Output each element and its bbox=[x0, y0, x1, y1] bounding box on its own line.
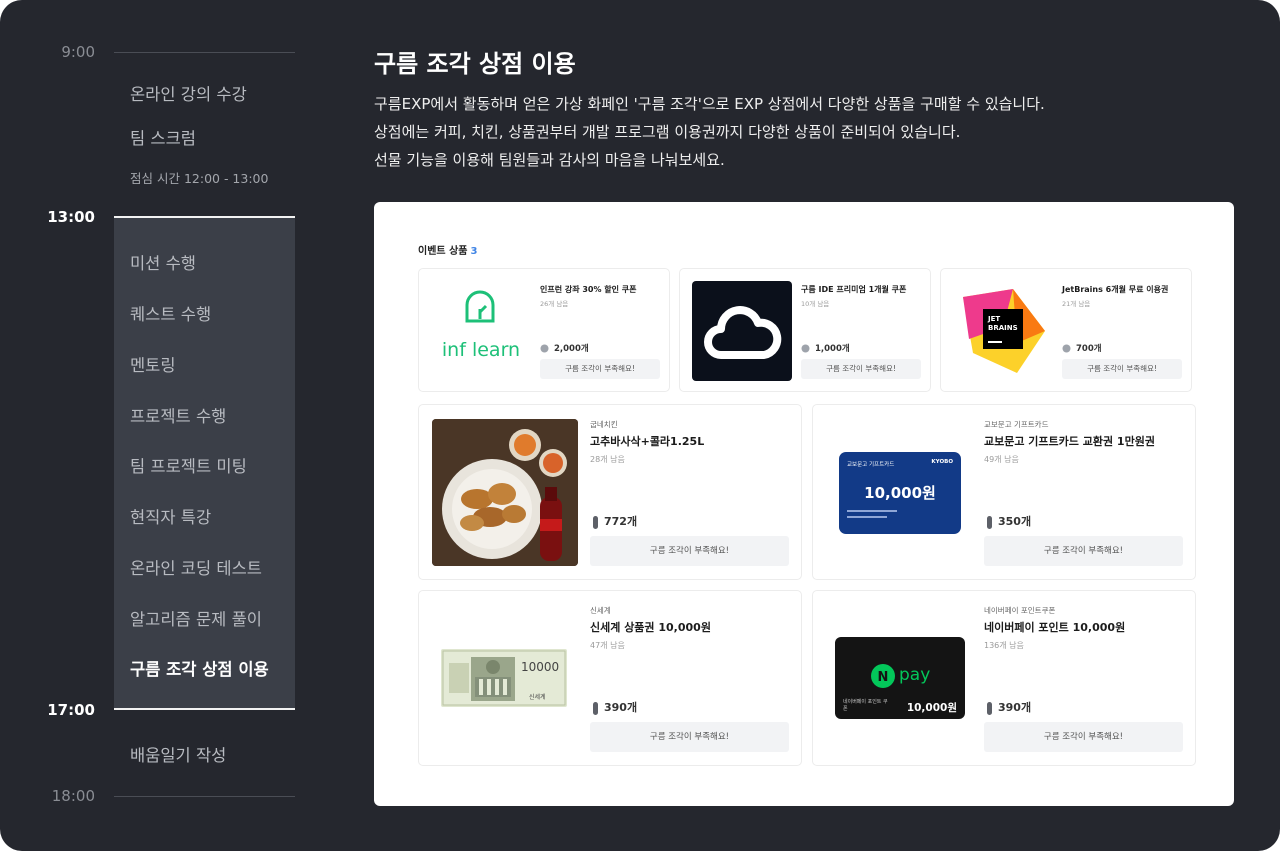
svg-text:BRAINS: BRAINS bbox=[988, 324, 1018, 332]
price: 1,000개 bbox=[801, 342, 850, 354]
coin-icon bbox=[540, 344, 549, 353]
stock-left: 28개 남음 bbox=[590, 455, 625, 464]
svg-text:JET: JET bbox=[987, 315, 1000, 323]
product-card-naverpay[interactable]: N pay 네이버페이 포인트 쿠폰 10,000원 네이버페이 포인트쿠폰 네… bbox=[812, 590, 1196, 766]
timeline-item-team-meeting: 팀 프로젝트 미팅 bbox=[130, 457, 247, 476]
timeline-divider bbox=[114, 796, 295, 797]
product-name: 네이버페이 포인트 10,000원 bbox=[984, 621, 1126, 634]
time-17: 17:00 bbox=[47, 701, 95, 719]
price: 2,000개 bbox=[540, 342, 589, 354]
insufficient-button[interactable]: 구름 조각이 부족해요! bbox=[590, 722, 789, 752]
product-card-kyobo[interactable]: 교보문고 기프트카드 KYOBO 10,000원 교보문고 기프트카드 교보문고… bbox=[812, 404, 1196, 580]
npay-logo-icon: N bbox=[871, 664, 895, 688]
timeline-item-special-lecture: 현직자 특강 bbox=[130, 508, 212, 527]
event-card-jetbrains[interactable]: JET BRAINS JetBrains 6개월 무료 이용권 21개 남음 7… bbox=[940, 268, 1192, 392]
time-18: 18:00 bbox=[51, 787, 95, 805]
stock-left: 10개 남음 bbox=[801, 300, 830, 308]
time-9: 9:00 bbox=[61, 43, 95, 61]
price: 700개 bbox=[1062, 342, 1102, 354]
svg-text:10000: 10000 bbox=[521, 660, 559, 674]
app-frame: 9:00 온라인 강의 수강 팀 스크럼 점심 시간 12:00 - 13:00… bbox=[0, 0, 1280, 851]
brand-label: 굽네치킨 bbox=[590, 420, 618, 429]
product-card-chicken[interactable]: 굽네치킨 고추바사삭+콜라1.25L 28개 남음 772개 구름 조각이 부족… bbox=[418, 404, 802, 580]
insufficient-button[interactable]: 구름 조각이 부족해요! bbox=[801, 359, 921, 379]
timeline-item-mentoring: 멘토링 bbox=[130, 356, 176, 375]
timeline-item-quest: 퀘스트 수행 bbox=[130, 305, 212, 324]
coin-icon bbox=[593, 701, 598, 715]
price: 390개 bbox=[592, 699, 637, 715]
store-panel: 이벤트 상품 3 inf learn 인프런 강좌 30% 할인 쿠폰 26개 남… bbox=[374, 202, 1234, 806]
card-amount: 10,000원 bbox=[864, 484, 936, 502]
insufficient-button[interactable]: 구름 조각이 부족해요! bbox=[984, 722, 1183, 752]
timeline-divider-strong bbox=[114, 708, 295, 710]
svg-text:N: N bbox=[878, 670, 889, 685]
brand-label: 네이버페이 포인트쿠폰 bbox=[984, 606, 1056, 615]
insufficient-button[interactable]: 구름 조각이 부족해요! bbox=[984, 536, 1183, 566]
insufficient-button[interactable]: 구름 조각이 부족해요! bbox=[590, 536, 789, 566]
timeline-item-mission: 미션 수행 bbox=[130, 254, 196, 273]
product-name: 고추바사삭+콜라1.25L bbox=[590, 435, 705, 448]
coin-icon bbox=[801, 344, 810, 353]
price: 772개 bbox=[592, 513, 637, 529]
stock-left: 49개 남음 bbox=[984, 455, 1019, 464]
coin-icon bbox=[593, 515, 598, 529]
timeline-item-team-scrum: 팀 스크럼 bbox=[130, 129, 196, 148]
card-amount: 10,000원 bbox=[906, 702, 957, 714]
shinsegae-voucher-image: 10000 신세계 bbox=[441, 649, 567, 707]
kyobo-giftcard-image: 교보문고 기프트카드 KYOBO 10,000원 bbox=[839, 452, 961, 534]
description-line: 구름EXP에서 활동하며 얻은 가상 화페인 '구름 조각'으로 EXP 상점에… bbox=[374, 95, 1045, 113]
chicken-image bbox=[432, 419, 578, 566]
brand-label: 신세계 bbox=[590, 606, 611, 615]
section-title-text: 이벤트 상품 bbox=[418, 246, 468, 257]
card-small-label: 네이버페이 포인트 쿠폰 bbox=[843, 699, 888, 712]
svg-text:신세계: 신세계 bbox=[529, 693, 546, 701]
kyobo-logo: KYOBO bbox=[931, 459, 953, 465]
insufficient-button[interactable]: 구름 조각이 부족해요! bbox=[540, 359, 660, 379]
event-card-inflearn[interactable]: inf learn 인프런 강좌 30% 할인 쿠폰 26개 남음 2,000개… bbox=[418, 268, 670, 392]
page-title: 구름 조각 상점 이용 bbox=[374, 50, 576, 78]
coin-icon bbox=[987, 515, 992, 529]
product-name: 인프런 강좌 30% 할인 쿠폰 bbox=[540, 285, 637, 294]
time-13: 13:00 bbox=[47, 208, 95, 226]
stock-left: 21개 남음 bbox=[1062, 300, 1091, 308]
brand-label: 교보문고 기프트카드 bbox=[984, 420, 1049, 429]
timeline-lunch: 점심 시간 12:00 - 13:00 bbox=[130, 171, 269, 186]
timeline-item-online-lecture: 온라인 강의 수강 bbox=[130, 85, 247, 104]
section-count: 3 bbox=[470, 246, 478, 257]
timeline-item-algorithm: 알고리즘 문제 풀이 bbox=[130, 610, 262, 629]
timeline-item-diary: 배움일기 작성 bbox=[130, 746, 227, 765]
naverpay-card-image: N pay 네이버페이 포인트 쿠폰 10,000원 bbox=[835, 637, 965, 719]
coin-icon bbox=[987, 701, 992, 715]
product-name: JetBrains 6개월 무료 이용권 bbox=[1062, 285, 1169, 294]
timeline-divider bbox=[114, 52, 295, 53]
stock-left: 136개 남음 bbox=[984, 641, 1024, 650]
timeline-item-project: 프로젝트 수행 bbox=[130, 407, 227, 426]
coin-icon bbox=[1062, 344, 1071, 353]
timeline-divider-strong bbox=[114, 216, 295, 218]
product-name: 구름 IDE 프리미엄 1개월 쿠폰 bbox=[801, 285, 907, 294]
price: 350개 bbox=[986, 513, 1031, 529]
description-line: 선물 기능을 이용해 팀원들과 감사의 마음을 나눠보세요. bbox=[374, 151, 725, 169]
card-label: 교보문고 기프트카드 bbox=[847, 462, 895, 468]
jetbrains-logo: JET BRAINS bbox=[955, 281, 1051, 381]
timeline-item-coding-test: 온라인 코딩 테스트 bbox=[130, 559, 262, 578]
insufficient-button[interactable]: 구름 조각이 부족해요! bbox=[1062, 359, 1182, 379]
timeline-item-store-active: 구름 조각 상점 이용 bbox=[130, 660, 269, 679]
npay-logo-text: pay bbox=[899, 665, 931, 685]
product-card-shinsegae[interactable]: 10000 신세계 신세계 신세계 상품권 10,000원 47개 남음 390… bbox=[418, 590, 802, 766]
description-line: 상점에는 커피, 치킨, 상품권부터 개발 프로그램 이용권까지 다양한 상품이… bbox=[374, 123, 961, 141]
inflearn-logo: inf learn bbox=[425, 279, 535, 383]
stock-left: 26개 남음 bbox=[540, 300, 569, 308]
product-name: 교보문고 기프트카드 교환권 1만원권 bbox=[984, 435, 1155, 448]
event-card-goorm-ide[interactable]: 구름 IDE 프리미엄 1개월 쿠폰 10개 남음 1,000개 구름 조각이 … bbox=[679, 268, 931, 392]
price: 390개 bbox=[986, 699, 1031, 715]
section-title: 이벤트 상품 3 bbox=[418, 242, 477, 257]
cloud-icon bbox=[704, 306, 782, 359]
svg-text:inf learn: inf learn bbox=[442, 339, 520, 361]
goorm-cloud-logo bbox=[692, 281, 792, 381]
stock-left: 47개 남음 bbox=[590, 641, 625, 650]
product-name: 신세계 상품권 10,000원 bbox=[590, 621, 711, 634]
